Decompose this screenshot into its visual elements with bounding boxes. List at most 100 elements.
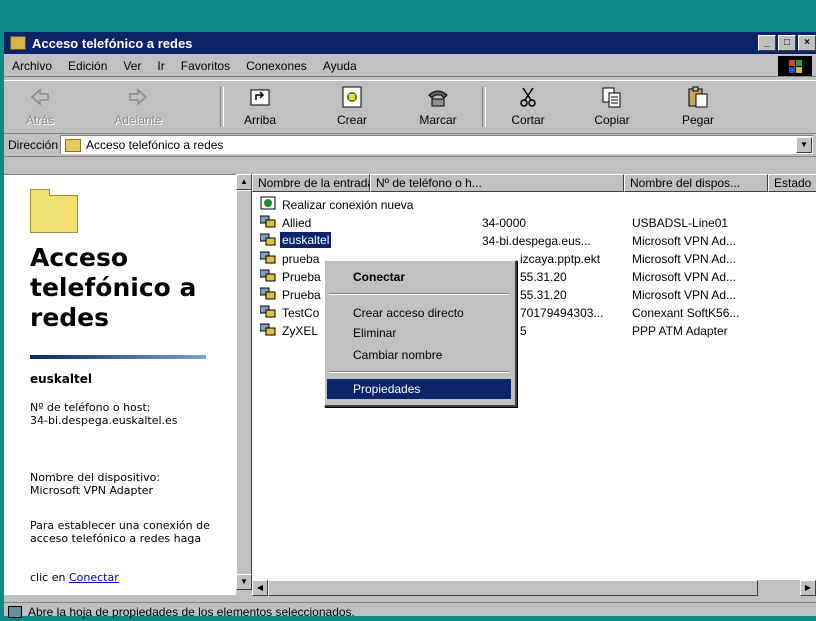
address-input[interactable]: Acceso telefónico a redes ▼	[60, 135, 813, 154]
address-dropdown-button[interactable]: ▼	[796, 137, 812, 153]
entry-phone: 55.31.20	[520, 270, 567, 284]
entry-phone: 5	[520, 324, 527, 338]
toolbar: Atrás Adelante Arriba Crear Marcar Corta…	[4, 80, 816, 134]
entry-name: Allied	[282, 216, 312, 230]
column-header-phone[interactable]: Nº de teléfono o h...	[370, 174, 624, 192]
copy-label: Copiar	[594, 113, 630, 127]
window-title: Acceso telefónico a redes	[32, 35, 193, 51]
up-label: Arriba	[243, 113, 276, 127]
cut-label: Cortar	[511, 113, 545, 127]
list-item[interactable]: Realizar conexión nueva	[252, 196, 816, 214]
cut-button[interactable]: Cortar	[498, 85, 558, 127]
create-label: Crear	[336, 113, 367, 127]
entry-name: ZyXEL	[282, 324, 319, 338]
scroll-left-button[interactable]: ◀	[252, 580, 268, 596]
connection-icon	[259, 286, 276, 300]
menu-bar: Archivo Edición Ver Ir Favoritos Conexon…	[4, 56, 816, 77]
arrow-left-icon	[28, 85, 52, 109]
status-icon	[8, 606, 22, 618]
scroll-up-button[interactable]: ▲	[236, 174, 252, 190]
entry-device: Conexant SoftK56...	[632, 306, 740, 320]
menu-edicion[interactable]: Edición	[60, 59, 115, 73]
entry-name: Prueba	[282, 288, 321, 302]
dial-label: Marcar	[419, 113, 457, 127]
device-value: Microsoft VPN Adapter	[30, 484, 154, 497]
menu-archivo[interactable]: Archivo	[4, 59, 60, 73]
entry-name: TestCo	[282, 306, 320, 320]
connection-icon	[259, 232, 276, 246]
entry-phone: 34-bi.despega.eus...	[482, 234, 591, 248]
connect-link[interactable]: Conectar	[69, 571, 119, 584]
maximize-button[interactable]: □	[778, 35, 796, 51]
left-pane-scrollbar[interactable]: ▲ ▼	[236, 174, 252, 594]
menu-item-rename[interactable]: Cambiar nombre	[327, 345, 511, 365]
entry-name: prueba	[282, 252, 320, 266]
copy-icon	[600, 85, 624, 109]
column-header-device[interactable]: Nombre del dispos...	[624, 174, 768, 192]
copy-button[interactable]: Copiar	[582, 85, 642, 127]
hint-text: Para establecer una conexión de acceso t…	[30, 519, 210, 545]
list-horizontal-scrollbar[interactable]: ◀ ▶	[252, 580, 816, 596]
list-item[interactable]: Allied 34-0000 USBADSL-Line01	[252, 214, 816, 232]
column-header-status[interactable]: Estado	[768, 174, 816, 192]
large-folder-icon	[30, 189, 78, 233]
forward-label: Adelante	[114, 113, 162, 127]
entry-name: Realizar conexión nueva	[282, 198, 414, 212]
arrow-right-icon	[126, 85, 150, 109]
phone-label: Nº de teléfono o host:	[30, 401, 151, 414]
folder-up-icon	[248, 85, 272, 109]
forward-button[interactable]: Adelante	[108, 85, 168, 127]
paste-icon	[686, 85, 710, 109]
menu-item-connect[interactable]: Conectar	[327, 267, 511, 287]
web-view-pane: Acceso telefónico a redes euskaltel Nº d…	[4, 174, 236, 595]
scroll-down-button[interactable]: ▼	[236, 574, 252, 590]
up-button[interactable]: Arriba	[230, 85, 290, 127]
entry-device: USBADSL-Line01	[632, 216, 729, 230]
connection-icon	[259, 304, 276, 318]
connection-icon	[259, 322, 276, 336]
windows-logo-icon	[778, 56, 812, 76]
pane-title: Acceso telefónico a redes	[30, 243, 197, 332]
connection-icon	[259, 214, 276, 228]
menu-item-create-shortcut[interactable]: Crear acceso directo	[327, 303, 511, 323]
minimize-button[interactable]: _	[758, 35, 776, 51]
close-button[interactable]: ×	[798, 35, 816, 51]
context-menu: Conectar Crear acceso directo Eliminar C…	[324, 260, 517, 407]
list-item[interactable]: euskaltel 34-bi.despega.eus... Microsoft…	[252, 232, 816, 250]
entry-name: Prueba	[282, 270, 321, 284]
h-scroll-thumb[interactable]	[268, 580, 758, 596]
address-bar: Dirección Acceso telefónico a redes ▼	[4, 134, 816, 157]
entry-device: Microsoft VPN Ad...	[632, 234, 737, 248]
address-value: Acceso telefónico a redes	[86, 138, 224, 152]
menu-item-properties[interactable]: Propiedades	[327, 379, 511, 399]
title-bar[interactable]: Acceso telefónico a redes _ □ ×	[4, 32, 816, 54]
menu-item-delete[interactable]: Eliminar	[327, 323, 511, 343]
folder-icon	[65, 138, 81, 152]
entry-phone: 70179494303...	[520, 306, 604, 320]
paste-button[interactable]: Pegar	[668, 85, 728, 127]
hint-cut-text: clic en	[30, 571, 69, 584]
entry-device: Microsoft VPN Ad...	[632, 288, 737, 302]
back-button[interactable]: Atrás	[10, 85, 70, 127]
entry-device: Microsoft VPN Ad...	[632, 252, 737, 266]
dialup-folder-icon	[10, 36, 26, 50]
selected-entry-name: euskaltel	[30, 372, 93, 386]
status-bar: Abre la hoja de propiedades de los eleme…	[4, 602, 816, 621]
status-text: Abre la hoja de propiedades de los eleme…	[28, 605, 355, 619]
menu-conexiones[interactable]: Conexones	[238, 59, 315, 73]
back-label: Atrás	[25, 113, 54, 127]
menu-ver[interactable]: Ver	[115, 59, 149, 73]
phone-value: 34-bi.despega.euskaltel.es	[30, 414, 178, 427]
menu-ayuda[interactable]: Ayuda	[315, 59, 365, 73]
phone-icon	[426, 85, 450, 109]
scroll-thumb[interactable]	[236, 190, 252, 576]
column-header-name[interactable]: Nombre de la entrada	[252, 174, 370, 192]
menu-ir[interactable]: Ir	[149, 59, 172, 73]
dial-button[interactable]: Marcar	[408, 85, 468, 127]
scissors-icon	[516, 85, 540, 109]
address-label: Dirección	[8, 138, 59, 152]
scroll-right-button[interactable]: ▶	[800, 580, 816, 596]
create-button[interactable]: Crear	[322, 85, 382, 127]
menu-favoritos[interactable]: Favoritos	[173, 59, 238, 73]
entry-phone: 55.31.20	[520, 288, 567, 302]
